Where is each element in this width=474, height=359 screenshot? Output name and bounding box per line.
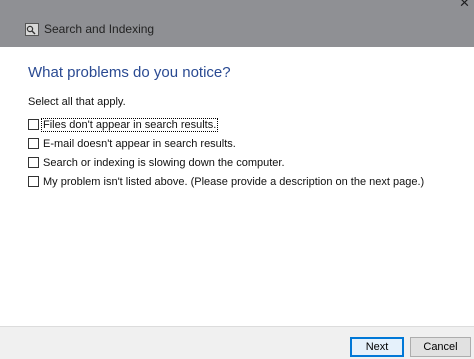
option-label: E-mail doesn't appear in search results. bbox=[43, 137, 236, 150]
option-slowing-computer[interactable]: Search or indexing is slowing down the c… bbox=[28, 155, 286, 170]
option-email-not-in-results[interactable]: E-mail doesn't appear in search results. bbox=[28, 136, 237, 151]
cancel-button-label: Cancel bbox=[423, 341, 458, 353]
next-button-label: Next bbox=[351, 338, 403, 356]
checkbox[interactable] bbox=[28, 119, 39, 130]
checkbox[interactable] bbox=[28, 176, 39, 187]
page-heading: What problems do you notice? bbox=[28, 64, 231, 81]
title-bar: × Search and Indexing bbox=[0, 0, 474, 47]
next-button[interactable]: Next bbox=[350, 337, 404, 357]
close-icon[interactable]: × bbox=[455, 0, 474, 11]
checkbox[interactable] bbox=[28, 157, 39, 168]
search-troubleshooter-icon bbox=[25, 23, 39, 36]
option-files-not-in-results[interactable]: Files don't appear in search results. bbox=[28, 117, 219, 132]
option-label: Search or indexing is slowing down the c… bbox=[43, 156, 285, 169]
option-problem-not-listed[interactable]: My problem isn't listed above. (Please p… bbox=[28, 174, 425, 189]
option-label: My problem isn't listed above. (Please p… bbox=[43, 175, 425, 188]
window-title: Search and Indexing bbox=[44, 22, 155, 36]
cancel-button[interactable]: Cancel bbox=[410, 337, 471, 357]
option-label: Files don't appear in search results. bbox=[40, 117, 219, 132]
instruction-text: Select all that apply. bbox=[28, 96, 126, 108]
checkbox[interactable] bbox=[28, 138, 39, 149]
button-bar: Next Cancel bbox=[0, 326, 474, 359]
